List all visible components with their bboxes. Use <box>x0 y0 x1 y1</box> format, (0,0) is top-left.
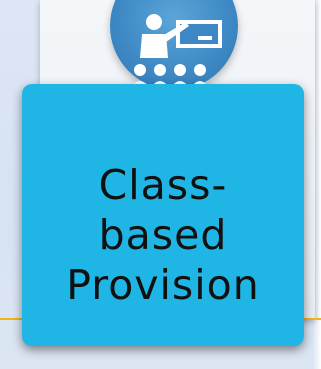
class-based-provision-card[interactable]: Class- based Provision <box>22 84 304 346</box>
card-label-line-2: based <box>98 211 228 259</box>
card-label: Class- based Provision <box>22 160 304 310</box>
card-label-line-3: Provision <box>66 261 260 309</box>
classroom-teacher-icon <box>110 0 238 90</box>
slide: Class- based Provision <box>0 0 321 369</box>
card-label-line-1: Class- <box>98 161 228 209</box>
